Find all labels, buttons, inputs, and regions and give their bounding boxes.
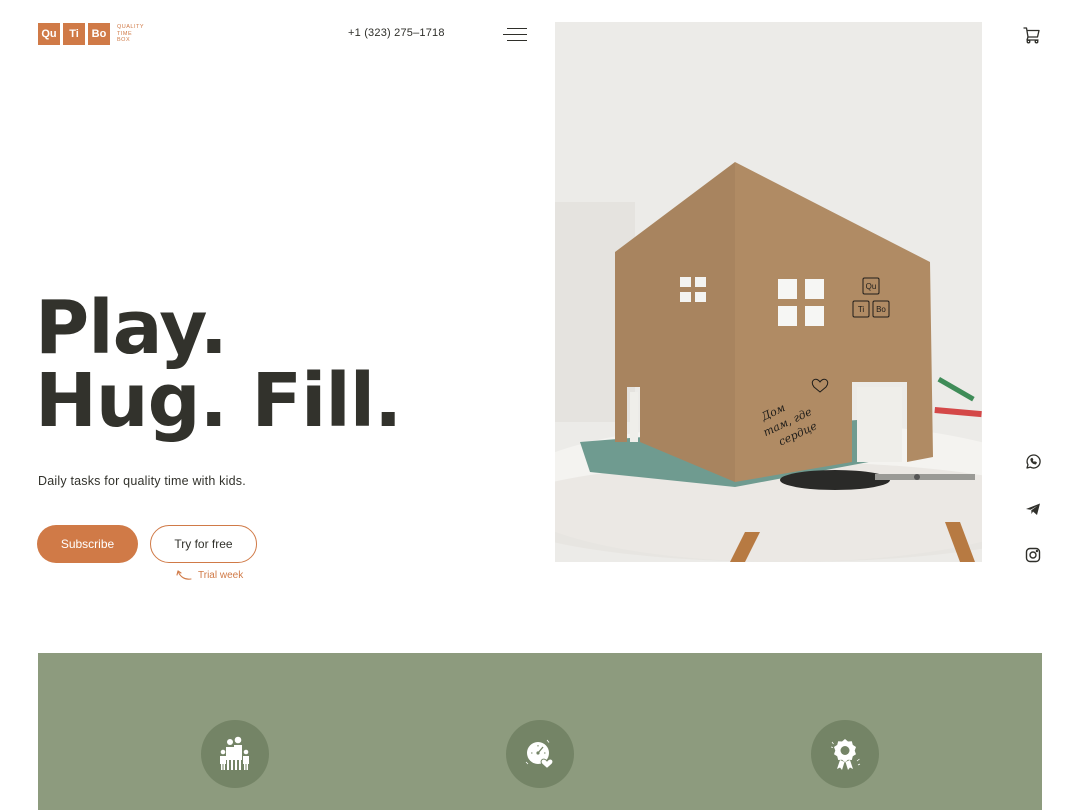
hero-headline: Play. Hug. Fill. xyxy=(35,285,402,444)
hamburger-menu-icon-line xyxy=(507,28,527,30)
trial-note-label: Trial week xyxy=(198,569,244,581)
hero-subtitle: Daily tasks for quality time with kids. xyxy=(38,474,246,488)
logo-tagline-line: BOX xyxy=(117,37,131,44)
logo[interactable]: Qu Ti Bo QUALITY TIME BOX xyxy=(38,23,144,45)
clock-heart-icon xyxy=(525,739,554,770)
cart-button[interactable] xyxy=(1022,25,1042,45)
shopping-cart-icon xyxy=(1023,27,1040,44)
logo-tile-qu: Qu xyxy=(38,23,60,45)
logo-tagline-line: QUALITY xyxy=(117,24,145,31)
hamburger-menu-icon-line xyxy=(507,40,527,42)
hero-image: Qu Ti Bo Дом там, где сердце xyxy=(555,22,982,562)
cardboard-house-illustration: Qu Ti Bo Дом там, где сердце xyxy=(555,22,982,562)
curved-arrow-icon xyxy=(176,570,192,580)
award-badge-icon xyxy=(830,739,861,770)
telegram-link[interactable] xyxy=(1024,500,1042,518)
feature-family xyxy=(201,720,269,788)
menu-button[interactable] xyxy=(501,27,527,43)
feature-award xyxy=(811,720,879,788)
features-band xyxy=(38,653,1042,810)
trial-note: Trial week xyxy=(176,569,243,581)
svg-text:Qu: Qu xyxy=(866,282,877,291)
svg-text:Bo: Bo xyxy=(876,305,886,314)
logo-tile-ti: Ti xyxy=(63,23,85,45)
svg-text:Ti: Ti xyxy=(858,305,865,314)
feature-time-love xyxy=(506,720,574,788)
hero-headline-line: Play. xyxy=(35,285,228,371)
family-icon xyxy=(220,736,249,770)
logo-tile-bo: Bo xyxy=(88,23,110,45)
hamburger-menu-icon-line xyxy=(503,34,527,36)
hero-headline-line: Hug. Fill. xyxy=(35,358,402,444)
whatsapp-link[interactable] xyxy=(1024,453,1042,471)
telegram-icon xyxy=(1026,503,1040,515)
try-for-free-button[interactable]: Try for free xyxy=(150,525,257,563)
logo-tagline: QUALITY TIME BOX xyxy=(117,24,144,44)
whatsapp-icon xyxy=(1026,454,1041,469)
instagram-link[interactable] xyxy=(1024,546,1042,564)
subscribe-button[interactable]: Subscribe xyxy=(37,525,138,563)
instagram-icon xyxy=(1025,547,1041,563)
phone-link[interactable]: +1 (323) 275–1718 xyxy=(348,27,445,39)
